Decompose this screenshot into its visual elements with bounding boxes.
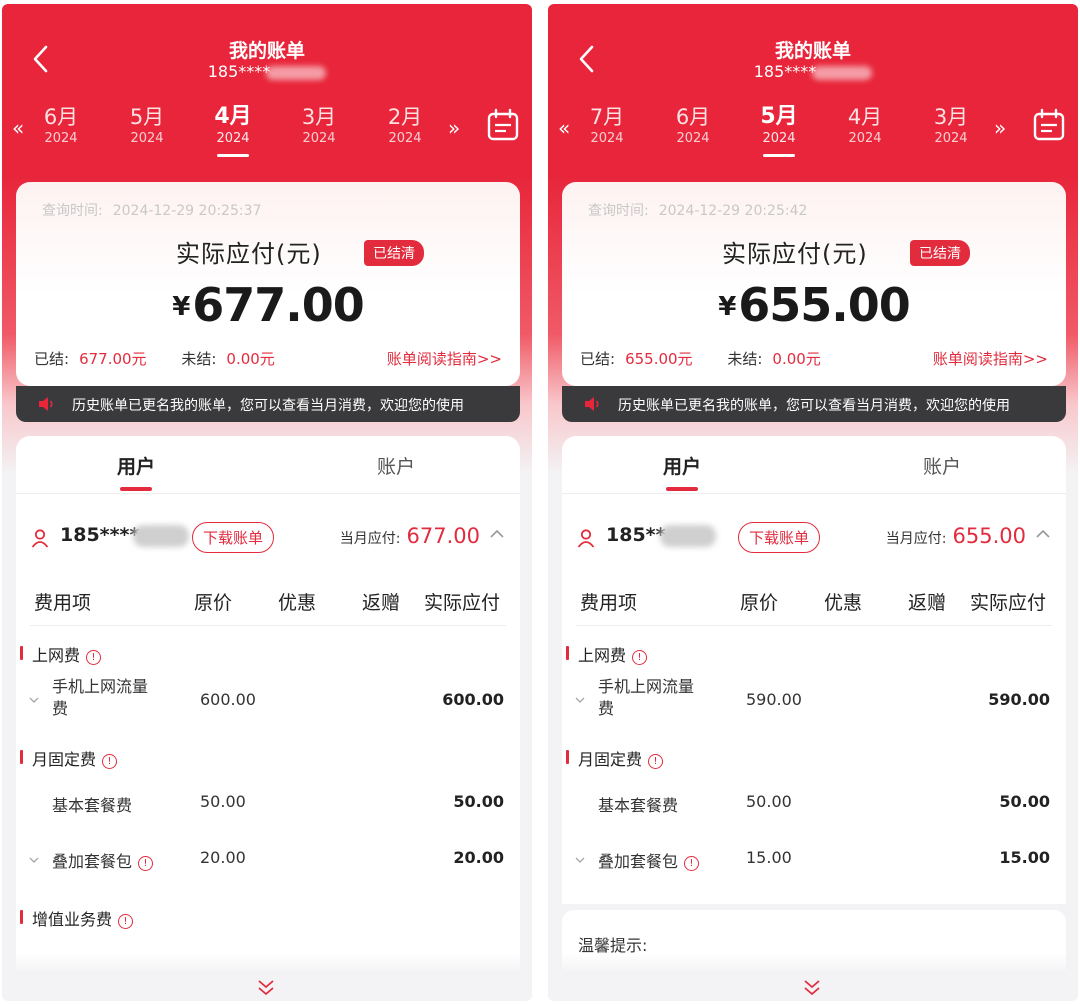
info-icon[interactable]: ! <box>86 650 102 665</box>
bill-detail-panel: 185** 下载账单 当月应付: 655.00 费用项 原价 优惠 返赠 实际应付… <box>562 494 1066 904</box>
info-icon[interactable]: ! <box>632 650 648 665</box>
month-tab[interactable]: 2月 2024 <box>370 104 440 148</box>
panel-bottom <box>562 890 1066 904</box>
table-header: 费用项 原价 优惠 返赠 实际应付 <box>30 582 506 626</box>
calendar-icon[interactable] <box>486 108 520 142</box>
phone-number: 185**** <box>548 62 1078 81</box>
fee-group: 上网费! <box>16 626 520 670</box>
tab-bar: 用户 账户 <box>562 436 1066 494</box>
double-chevron-left-icon[interactable]: « <box>558 116 570 140</box>
table-row[interactable]: 手机上网流量费 600.00 600.00 <box>16 670 520 730</box>
chevron-down-icon[interactable] <box>28 854 40 866</box>
month-selector: « 7月 2024 6月 2024 5月 2024 4月 2024 3月 2024 » <box>548 100 1078 170</box>
table-row[interactable]: 手机上网流量费 590.00 590.00 <box>562 670 1066 730</box>
chevron-up-icon[interactable] <box>1036 527 1050 541</box>
month-tab[interactable]: 6月 2024 <box>26 104 96 148</box>
tab-user[interactable]: 用户 <box>622 452 742 491</box>
calendar-icon[interactable] <box>1032 108 1066 142</box>
redaction-blur <box>659 524 716 547</box>
double-chevron-left-icon[interactable]: « <box>12 116 24 140</box>
screenshot-root: 我的账单 185**** « 6月 2024 5月 2024 4月 2024 3月 20… <box>0 0 1080 1005</box>
tab-account[interactable]: 账户 <box>882 452 1002 479</box>
status-badge: 已结清 <box>910 240 970 266</box>
query-time: 查询时间: 2024-12-29 20:25:37 <box>42 203 262 219</box>
redaction-blur <box>133 524 190 547</box>
header: 我的账单 185**** <box>2 32 532 92</box>
month-tab-active[interactable]: 5月 2024 <box>744 104 814 157</box>
month-tab[interactable]: 5月 2024 <box>112 104 182 148</box>
double-chevron-down-icon[interactable] <box>800 976 824 1000</box>
table-header: 费用项 原价 优惠 返赠 实际应付 <box>576 582 1052 626</box>
user-phone: 185**** <box>60 524 190 547</box>
actual-pay-label: 实际应付(元) <box>176 240 322 268</box>
bill-guide-link[interactable]: 账单阅读指南>> <box>387 348 502 369</box>
fee-group: 月固定费! <box>562 730 1066 774</box>
tab-user[interactable]: 用户 <box>76 452 196 491</box>
tab-account[interactable]: 账户 <box>336 452 456 479</box>
bill-summary-card: 查询时间: 2024-12-29 20:25:42 实际应付(元) 已结清 ¥65… <box>562 182 1066 386</box>
chevron-down-icon[interactable] <box>574 854 586 866</box>
chevron-down-icon[interactable] <box>28 694 40 706</box>
table-row[interactable]: 叠加套餐包! 15.00 15.00 <box>562 832 1066 890</box>
phone-screen-right: 我的账单 185**** « 7月 2024 6月 2024 5月 2024 4月 20… <box>548 4 1078 1001</box>
total-amount: ¥655.00 <box>718 278 911 332</box>
month-selector: « 6月 2024 5月 2024 4月 2024 3月 2024 2月 2024 » <box>2 100 532 170</box>
month-tab[interactable]: 7月 2024 <box>572 104 642 148</box>
info-icon[interactable]: ! <box>102 754 118 769</box>
info-icon[interactable]: ! <box>118 914 134 929</box>
header: 我的账单 185**** <box>548 32 1078 92</box>
bill-guide-link[interactable]: 账单阅读指南>> <box>933 348 1048 369</box>
settlement-row: 已结: 677.00元 未结: 0.00元 账单阅读指南>> <box>34 348 502 369</box>
redaction-blur <box>812 65 873 80</box>
double-chevron-down-icon[interactable] <box>254 976 278 1000</box>
phone-number: 185**** <box>2 62 532 81</box>
table-row: 基本套餐费 50.00 50.00 <box>52 792 504 815</box>
download-bill-button[interactable]: 下载账单 <box>192 522 275 553</box>
user-row: 185**** 下载账单 当月应付: 677.00 <box>16 494 520 582</box>
table-row: 基本套餐费 50.00 50.00 <box>598 792 1050 815</box>
speaker-icon <box>39 397 53 411</box>
monthly-due: 当月应付: 655.00 <box>886 524 1050 548</box>
redaction-blur <box>266 65 327 80</box>
speaker-icon <box>585 397 599 411</box>
status-badge: 已结清 <box>364 240 424 266</box>
total-amount: ¥677.00 <box>172 278 365 332</box>
tips-title: 温馨提示: <box>578 936 648 955</box>
tab-bar: 用户 账户 <box>16 436 520 494</box>
user-icon <box>31 529 49 548</box>
query-time: 查询时间: 2024-12-29 20:25:42 <box>588 203 808 219</box>
fee-group: 增值业务费! <box>16 890 520 934</box>
notice-bar: 历史账单已更名我的账单，您可以查看当月消费，欢迎您的使用 <box>16 386 520 422</box>
chevron-up-icon[interactable] <box>490 527 504 541</box>
download-bill-button[interactable]: 下载账单 <box>738 522 821 553</box>
user-icon <box>577 529 595 548</box>
double-chevron-right-icon[interactable]: » <box>994 116 1006 140</box>
month-tab[interactable]: 3月 2024 <box>916 104 986 148</box>
notice-bar: 历史账单已更名我的账单，您可以查看当月消费，欢迎您的使用 <box>562 386 1066 422</box>
actual-pay-label: 实际应付(元) <box>722 240 868 268</box>
page-title: 我的账单 <box>774 40 851 62</box>
fee-group: 上网费! <box>562 626 1066 670</box>
fee-group: 月固定费! <box>16 730 520 774</box>
monthly-due: 当月应付: 677.00 <box>340 524 504 548</box>
phone-screen-left: 我的账单 185**** « 6月 2024 5月 2024 4月 2024 3月 20… <box>2 4 532 1001</box>
info-icon[interactable]: ! <box>684 856 700 871</box>
page-title: 我的账单 <box>228 40 305 62</box>
info-icon[interactable]: ! <box>648 754 664 769</box>
bill-summary-card: 查询时间: 2024-12-29 20:25:37 实际应付(元) 已结清 ¥67… <box>16 182 520 386</box>
settlement-row: 已结: 655.00元 未结: 0.00元 账单阅读指南>> <box>580 348 1048 369</box>
bill-detail-panel: 185**** 下载账单 当月应付: 677.00 费用项 原价 优惠 返赠 实际… <box>16 494 520 994</box>
month-tab-active[interactable]: 4月 2024 <box>198 104 268 157</box>
user-row: 185** 下载账单 当月应付: 655.00 <box>562 494 1066 582</box>
info-icon[interactable]: ! <box>138 856 154 871</box>
table-row[interactable]: 叠加套餐包! 20.00 20.00 <box>16 832 520 890</box>
double-chevron-right-icon[interactable]: » <box>448 116 460 140</box>
month-tab[interactable]: 6月 2024 <box>658 104 728 148</box>
chevron-down-icon[interactable] <box>574 694 586 706</box>
month-tab[interactable]: 3月 2024 <box>284 104 354 148</box>
user-phone: 185** <box>606 524 716 547</box>
month-tab[interactable]: 4月 2024 <box>830 104 900 148</box>
